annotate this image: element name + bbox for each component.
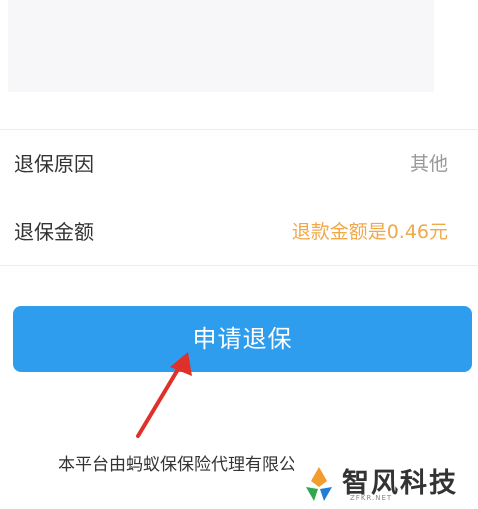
refund-amount-label: 退保金额: [14, 220, 94, 244]
refund-page: 退保原因 其他 退保金额 退款金额是0.46元 申请退保 本平台由蚂蚁保保险代理…: [0, 0, 478, 509]
refund-reason-label: 退保原因: [14, 152, 94, 176]
refund-amount-value: 退款金额是0.46元: [291, 221, 448, 243]
refund-reason-row[interactable]: 退保原因 其他: [0, 131, 478, 197]
reason-detail-textarea[interactable]: [8, 0, 434, 92]
watermark-subtitle: ZFKR.NET: [350, 494, 393, 502]
divider: [0, 265, 478, 266]
refund-amount-row: 退保金额 退款金额是0.46元: [0, 199, 478, 265]
refund-reason-value[interactable]: 其他: [410, 131, 448, 197]
watermark-logo-icon: [306, 467, 332, 501]
watermark: 智风科技 ZFKR.NET: [294, 455, 478, 509]
apply-refund-button[interactable]: 申请退保: [13, 306, 472, 372]
divider: [0, 129, 478, 130]
